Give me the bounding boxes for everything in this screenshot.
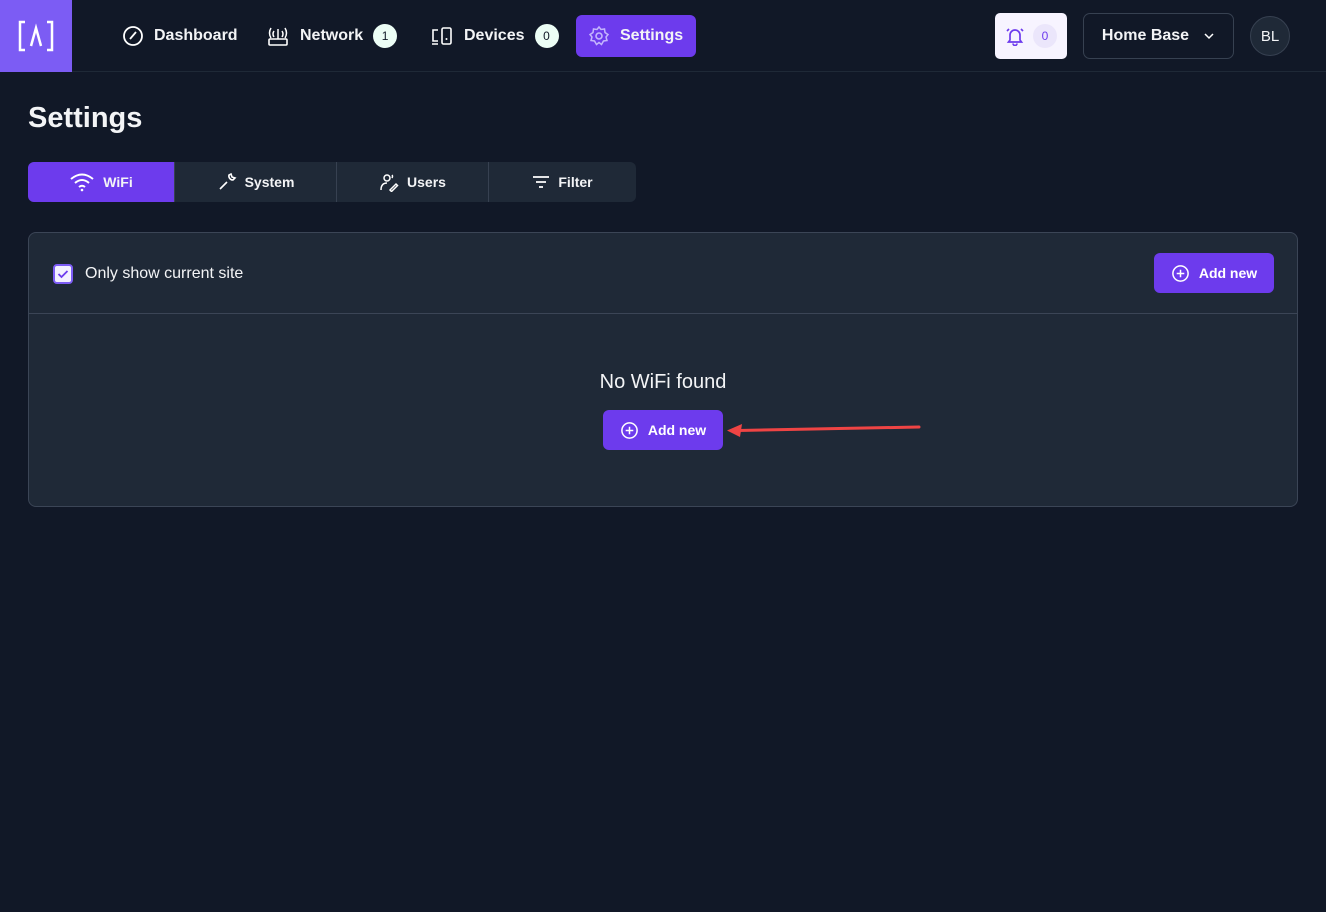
app-logo[interactable]	[0, 0, 72, 72]
empty-state-message: No WiFi found	[599, 371, 727, 393]
tab-users[interactable]: Users	[337, 162, 489, 202]
network-count-badge: 1	[373, 24, 398, 48]
top-nav-bar: Dashboard Network 1 Devices 0 Settings 0…	[0, 0, 1326, 72]
user-avatar[interactable]: BL	[1250, 16, 1290, 56]
only-current-site-label[interactable]: Only show current site	[85, 265, 243, 283]
nav-devices[interactable]: Devices 0	[418, 15, 571, 57]
tab-label: System	[244, 174, 295, 190]
nav-network[interactable]: Network 1	[254, 15, 409, 57]
nav-settings[interactable]: Settings	[576, 15, 696, 57]
gauge-icon	[123, 26, 143, 46]
site-selector[interactable]: Home Base	[1083, 13, 1234, 59]
nav-label: Dashboard	[154, 27, 238, 44]
router-icon	[268, 27, 288, 46]
site-selector-value: Home Base	[1101, 27, 1190, 44]
add-new-label: Add new	[1198, 265, 1258, 281]
wrench-icon	[219, 172, 237, 190]
plus-circle-icon	[620, 421, 638, 439]
empty-add-new-button[interactable]: Add new	[603, 410, 723, 450]
user-edit-icon	[380, 174, 399, 192]
page-title: Settings	[28, 102, 143, 134]
tab-label: Users	[407, 174, 446, 190]
add-new-label: Add new	[647, 422, 707, 438]
filter-icon	[533, 176, 550, 188]
panel-toolbar: Only show current site Add new	[29, 233, 1297, 314]
only-current-site-checkbox[interactable]	[53, 264, 73, 284]
wifi-panel: Only show current site Add new No WiFi f…	[28, 232, 1298, 507]
wifi-icon	[70, 173, 94, 192]
bell-icon	[1006, 28, 1024, 46]
notifications-button[interactable]: 0	[995, 13, 1067, 59]
devices-icon	[432, 27, 452, 45]
tab-label: Filter	[558, 174, 593, 190]
chevron-down-icon	[1204, 33, 1214, 40]
plus-circle-icon	[1171, 264, 1189, 282]
add-new-button[interactable]: Add new	[1154, 253, 1274, 293]
logo-icon	[18, 20, 54, 52]
gear-icon	[588, 25, 610, 46]
nav-label: Network	[300, 27, 364, 44]
checkmark-icon	[57, 270, 69, 279]
devices-count-badge: 0	[534, 24, 559, 48]
annotation-arrow	[727, 424, 921, 437]
tab-label: WiFi	[103, 174, 133, 190]
tab-system[interactable]: System	[175, 162, 337, 202]
nav-label: Devices	[464, 27, 525, 44]
tab-wifi[interactable]: WiFi	[28, 162, 175, 202]
nav-dashboard[interactable]: Dashboard	[110, 15, 250, 57]
tab-filter[interactable]: Filter	[489, 162, 636, 202]
notifications-count: 0	[1033, 24, 1057, 48]
nav-label: Settings	[620, 27, 684, 44]
settings-tabs: WiFi System Users Filter	[28, 162, 636, 202]
